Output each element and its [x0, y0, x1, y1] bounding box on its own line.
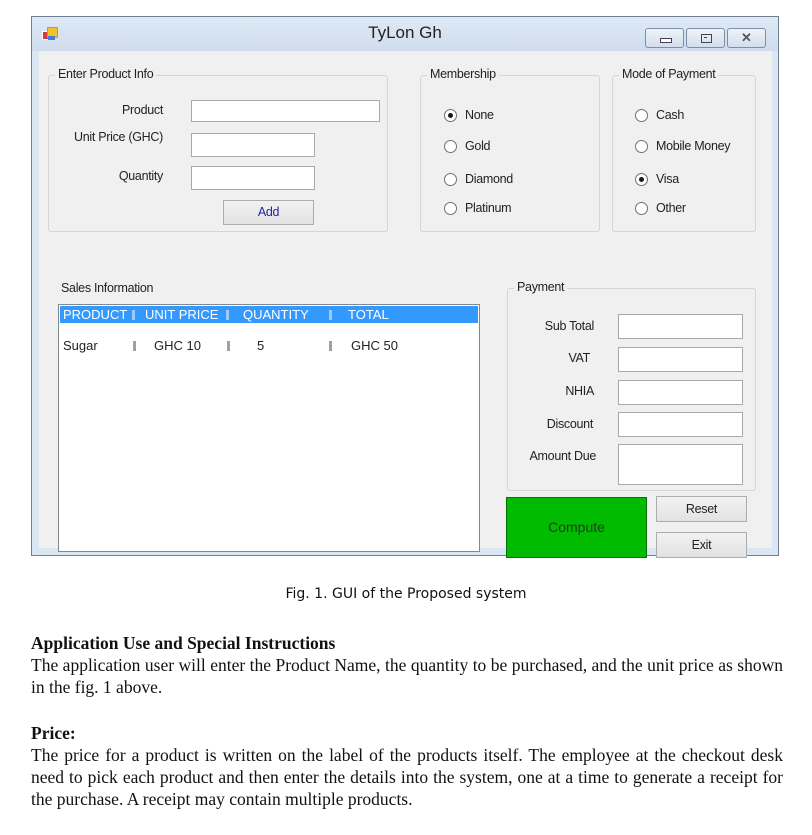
- discount-field[interactable]: [618, 412, 743, 437]
- app-window: TyLon Gh ✕ Enter Product Info Product Un…: [31, 16, 779, 558]
- exit-button[interactable]: Exit: [656, 532, 747, 558]
- maximize-button[interactable]: [686, 28, 725, 48]
- column-separator: [329, 310, 332, 320]
- add-button[interactable]: Add: [223, 200, 314, 225]
- vat-label: VAT: [568, 351, 590, 365]
- sub-total-label: Sub Total: [544, 319, 595, 333]
- minimize-icon: [660, 38, 672, 43]
- product-info-group-label: Enter Product Info: [55, 67, 157, 81]
- compute-button[interactable]: Compute: [506, 497, 647, 558]
- radio-unchecked-icon: [444, 201, 457, 215]
- section-price: Price: The price for a product is writte…: [31, 722, 783, 810]
- amount-due-field[interactable]: [618, 444, 743, 485]
- column-separator: [226, 310, 229, 320]
- payment-radio-cash[interactable]: Cash: [635, 108, 684, 122]
- reset-button[interactable]: Reset: [656, 496, 747, 522]
- membership-radio-platinum[interactable]: Platinum: [444, 201, 512, 215]
- radio-unchecked-icon: [635, 201, 648, 215]
- cell-product: Sugar: [63, 338, 98, 353]
- sub-total-field[interactable]: [618, 314, 743, 339]
- quantity-input[interactable]: [191, 166, 315, 190]
- payment-radio-mobile-money[interactable]: Mobile Money: [635, 139, 731, 153]
- membership-radio-none[interactable]: None: [444, 108, 494, 122]
- quantity-label: Quantity: [118, 169, 163, 183]
- cell-quantity: 5: [257, 338, 265, 353]
- section-application-use: Application Use and Special Instructions…: [31, 632, 783, 698]
- radio-unchecked-icon: [635, 108, 648, 122]
- unit-price-input[interactable]: [191, 133, 315, 157]
- column-separator: [132, 310, 135, 320]
- column-separator: [329, 341, 332, 351]
- product-input[interactable]: [191, 100, 380, 122]
- membership-radio-gold[interactable]: Gold: [444, 139, 491, 153]
- membership-radio-diamond[interactable]: Diamond: [444, 172, 513, 186]
- form-client-area: Enter Product Info Product Unit Price (G…: [39, 51, 772, 558]
- sales-header-row[interactable]: PRODUCT UNIT PRICE QUANTITY TOTAL: [60, 306, 478, 323]
- product-label: Product: [122, 103, 163, 117]
- payment-radio-visa[interactable]: Visa: [635, 172, 679, 186]
- column-header-total: TOTAL: [348, 307, 389, 322]
- membership-group-label: Membership: [427, 67, 499, 81]
- section-paragraph: The application user will enter the Prod…: [31, 655, 783, 697]
- cell-total: GHC 50: [351, 338, 398, 353]
- payment-mode-group-label: Mode of Payment: [619, 67, 719, 81]
- table-row[interactable]: Sugar GHC 10 5 GHC 50: [60, 337, 478, 354]
- column-header-quantity: QUANTITY: [243, 307, 309, 322]
- radio-checked-icon: [444, 108, 457, 122]
- column-separator: [227, 341, 230, 351]
- radio-unchecked-icon: [444, 172, 457, 186]
- nhia-label: NHIA: [565, 384, 594, 398]
- column-separator: [133, 341, 136, 351]
- vat-field[interactable]: [618, 347, 743, 372]
- radio-checked-icon: [635, 172, 648, 186]
- unit-price-label: Unit Price (GHC): [74, 130, 163, 144]
- minimize-button[interactable]: [645, 28, 684, 48]
- section-paragraph: The price for a product is written on th…: [31, 745, 783, 809]
- sales-listbox[interactable]: PRODUCT UNIT PRICE QUANTITY TOTAL Sugar …: [58, 304, 480, 552]
- radio-unchecked-icon: [444, 139, 457, 153]
- section-heading: Price:: [31, 723, 76, 743]
- payment-group-label: Payment: [514, 280, 568, 294]
- figure-caption: Fig. 1. GUI of the Proposed system: [285, 586, 527, 602]
- close-icon: ✕: [741, 30, 752, 45]
- cell-unit-price: GHC 10: [154, 338, 201, 353]
- amount-due-label: Amount Due: [529, 449, 597, 463]
- section-heading: Application Use and Special Instructions: [31, 633, 336, 653]
- sales-info-label: Sales Information: [61, 281, 154, 295]
- discount-label: Discount: [546, 417, 594, 431]
- column-header-product: PRODUCT: [63, 307, 128, 322]
- payment-radio-other[interactable]: Other: [635, 201, 686, 215]
- close-button[interactable]: ✕: [727, 28, 766, 48]
- radio-unchecked-icon: [635, 139, 648, 153]
- column-header-unit-price: UNIT PRICE: [145, 307, 219, 322]
- maximize-icon: [701, 34, 712, 43]
- title-bar[interactable]: TyLon Gh ✕: [32, 17, 778, 51]
- nhia-field[interactable]: [618, 380, 743, 405]
